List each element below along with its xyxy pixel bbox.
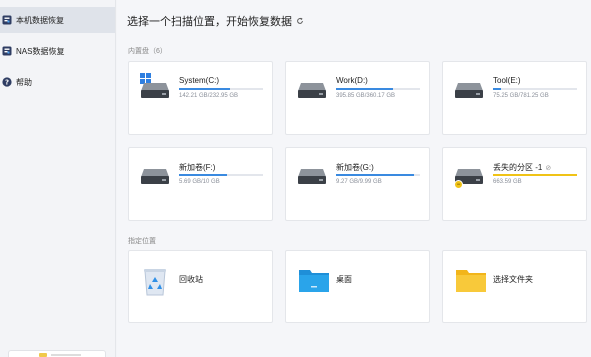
disk-usage-fill — [179, 174, 227, 176]
location-name: 回收站 — [179, 275, 203, 284]
sidebar-item-label: 帮助 — [16, 77, 32, 87]
disk-size: 75.25 GB/781.25 GB — [493, 93, 549, 99]
info-icon[interactable]: ⊘ — [545, 165, 551, 172]
disk-name-row: 丢失的分区 -1 ⊘ — [493, 162, 551, 173]
disk-name: 丢失的分区 -1 — [493, 163, 543, 172]
disk-usage-bar — [179, 88, 263, 90]
disk-usage-fill — [336, 174, 415, 176]
hard-drive-icon — [140, 166, 170, 191]
nas-recovery-icon — [2, 46, 12, 56]
page-title: 选择一个扫描位置，开始恢复数据 — [127, 13, 304, 29]
sidebar: 本机数据恢复 NAS数据恢复 ? 帮助 — [0, 0, 116, 357]
sidebar-item-help[interactable]: ? 帮助 — [0, 69, 115, 95]
lost-partition-badge-icon: − — [454, 180, 463, 189]
sidebar-item-label: 本机数据恢复 — [16, 15, 64, 25]
disk-name: Work(D:) — [336, 76, 368, 85]
disk-usage-bar — [336, 174, 420, 176]
disk-name: Tool(E:) — [493, 76, 521, 85]
local-recovery-icon — [2, 15, 12, 25]
disk-card-e[interactable]: Tool(E:) 75.25 GB/781.25 GB — [442, 61, 587, 135]
hard-drive-icon — [297, 80, 327, 105]
upgrade-label-placeholder — [51, 354, 81, 356]
hard-drive-icon — [297, 166, 327, 191]
disk-card-lost-partition[interactable]: − 丢失的分区 -1 ⊘ 663.59 GB — [442, 147, 587, 221]
refresh-icon[interactable] — [296, 17, 304, 25]
sidebar-item-local-recovery[interactable]: 本机数据恢复 — [0, 7, 115, 33]
disk-name: 新加卷(F:) — [179, 163, 216, 172]
recycle-bin-icon — [141, 267, 169, 302]
disk-size: 142.21 GB/232.95 GB — [179, 93, 239, 99]
disk-usage-fill — [336, 88, 394, 90]
location-name: 选择文件夹 — [493, 275, 533, 284]
disk-size: 663.59 GB — [493, 179, 522, 185]
hard-drive-icon — [140, 80, 170, 105]
disk-usage-fill — [493, 174, 577, 176]
disk-usage-fill — [179, 88, 231, 90]
disk-size: 9.27 GB/9.99 GB — [336, 179, 382, 185]
disk-usage-bar — [493, 174, 577, 176]
hard-drive-icon — [454, 80, 484, 105]
location-desktop[interactable]: 桌面 — [285, 250, 430, 323]
sidebar-item-nas-recovery[interactable]: NAS数据恢复 — [0, 38, 115, 64]
disk-name: 新加卷(G:) — [336, 163, 374, 172]
disk-card-d[interactable]: Work(D:) 395.85 GB/360.17 GB — [285, 61, 430, 135]
main-panel: 选择一个扫描位置，开始恢复数据 内置盘（6） System(C:) 142.21… — [117, 0, 591, 357]
disk-usage-bar — [493, 88, 577, 90]
disk-size: 395.85 GB/360.17 GB — [336, 93, 396, 99]
upgrade-button[interactable] — [8, 350, 106, 357]
disk-size: 5.69 GB/10 GB — [179, 179, 220, 185]
disk-usage-bar — [336, 88, 420, 90]
disk-name: System(C:) — [179, 76, 219, 85]
disk-card-g[interactable]: 新加卷(G:) 9.27 GB/9.99 GB — [285, 147, 430, 221]
location-name: 桌面 — [336, 275, 352, 284]
help-icon: ? — [2, 77, 12, 87]
disk-card-c[interactable]: System(C:) 142.21 GB/232.95 GB — [128, 61, 273, 135]
folder-icon — [455, 267, 487, 298]
crown-icon — [39, 353, 47, 357]
disks-section-label: 内置盘（6） — [128, 48, 167, 55]
svg-text:?: ? — [5, 79, 9, 87]
location-recycle-bin[interactable]: 回收站 — [128, 250, 273, 323]
desktop-folder-icon — [298, 267, 330, 298]
disk-usage-bar — [179, 174, 263, 176]
sidebar-item-label: NAS数据恢复 — [16, 46, 65, 56]
location-choose-folder[interactable]: 选择文件夹 — [442, 250, 587, 323]
disk-usage-fill — [493, 88, 502, 90]
locations-section-label: 指定位置 — [128, 238, 156, 245]
disk-card-f[interactable]: 新加卷(F:) 5.69 GB/10 GB — [128, 147, 273, 221]
